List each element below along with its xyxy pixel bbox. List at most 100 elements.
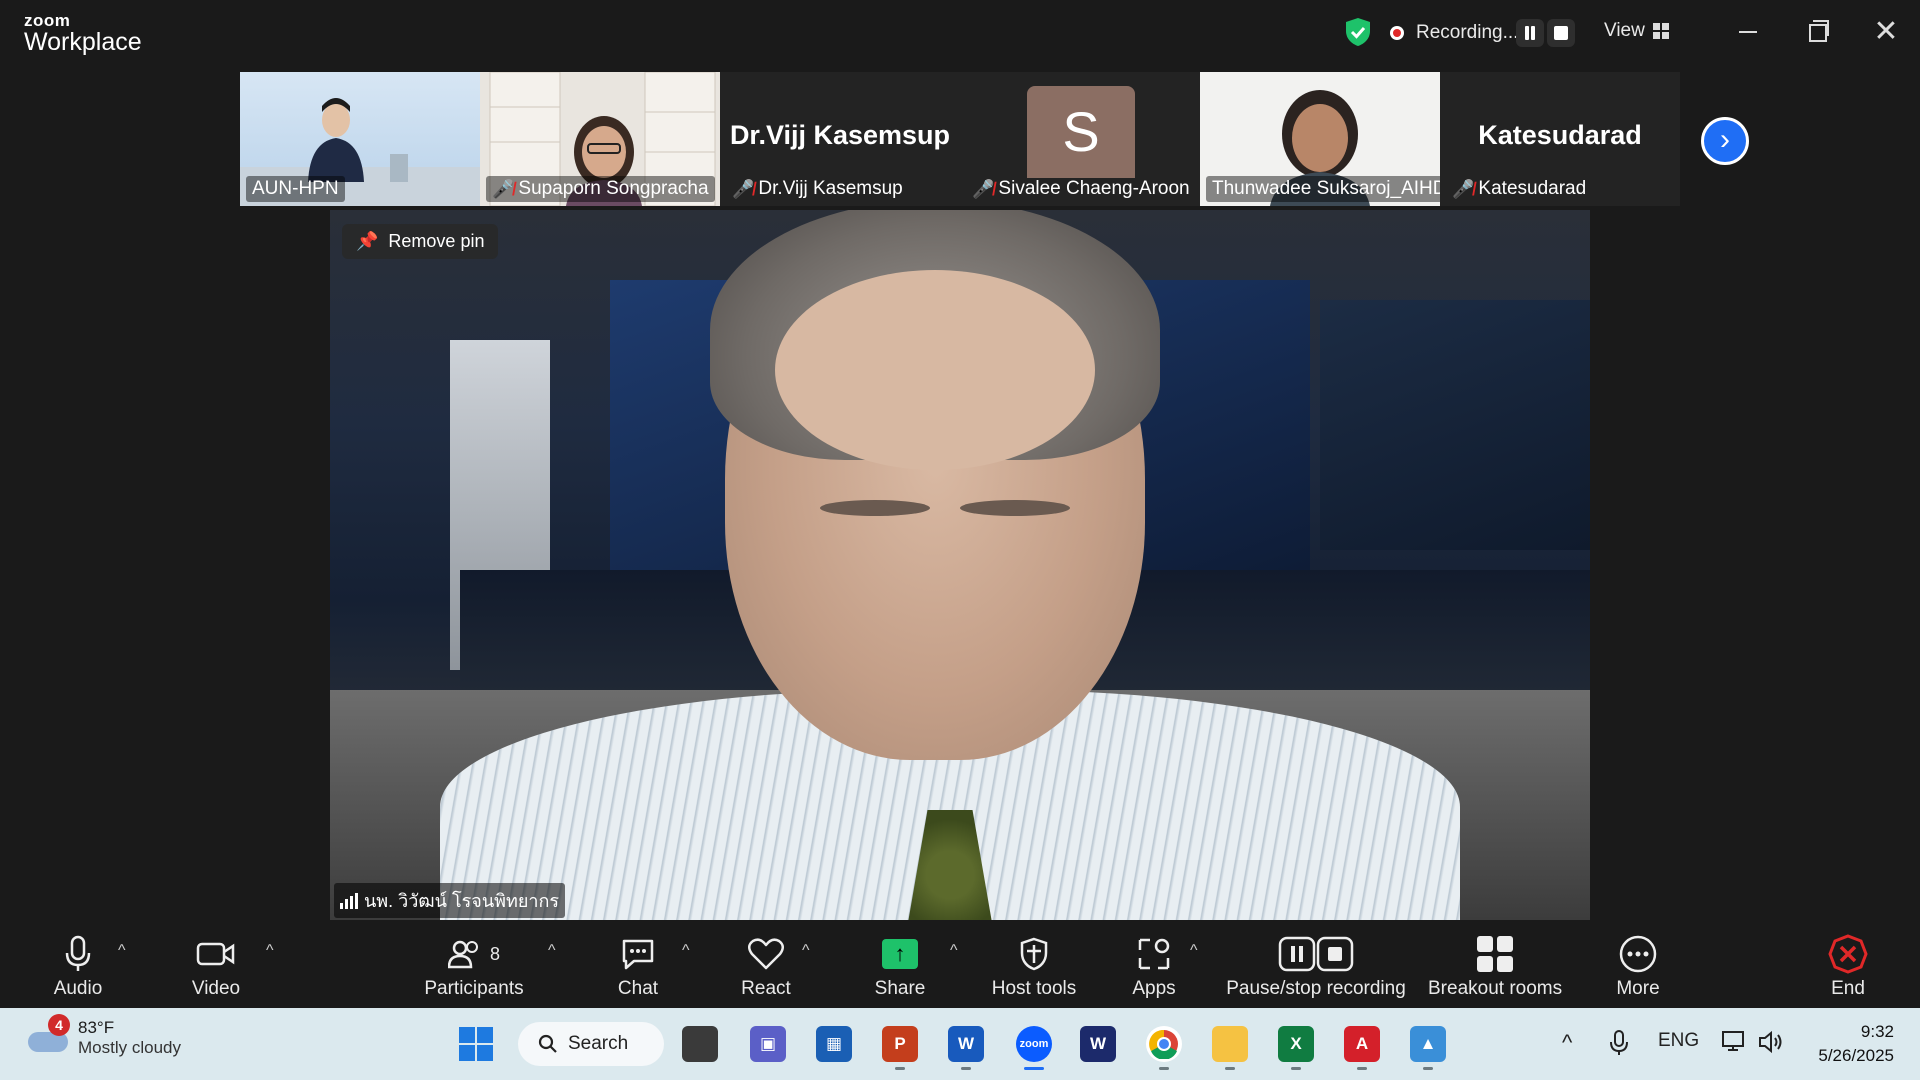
cloud-icon: 4 — [28, 1014, 70, 1052]
heart-icon — [748, 938, 784, 970]
mic-muted-icon: 🎤̸ — [732, 178, 755, 199]
close-button[interactable]: ✕ — [1866, 14, 1906, 50]
participant-display-name: Katesudarad — [1478, 120, 1642, 150]
participant-name: 🎤̸ Katesudarad — [1452, 178, 1587, 199]
chrome-icon[interactable] — [1146, 1026, 1182, 1070]
search-label: Search — [568, 1033, 629, 1054]
task-view-icon[interactable] — [682, 1026, 718, 1062]
photos-icon[interactable]: ▲ — [1410, 1026, 1446, 1070]
more-button[interactable]: More — [1608, 934, 1668, 1000]
view-button[interactable]: View — [1604, 20, 1669, 42]
react-button[interactable]: React — [736, 934, 796, 1000]
taskbar-clock[interactable]: 9:32 5/26/2025 — [1800, 1020, 1894, 1068]
host-tools-button[interactable]: Host tools — [982, 934, 1086, 1000]
weather-description: Mostly cloudy — [78, 1038, 181, 1057]
network-icon[interactable] — [1722, 1030, 1748, 1060]
meeting-toolbar: Audio ^ Video ^ 8 Participants ^ Chat ^ … — [0, 920, 1920, 1006]
weather-widget[interactable]: 4 83°F Mostly cloudy — [28, 1014, 181, 1058]
zoom-app-icon[interactable]: zoom — [1016, 1026, 1052, 1070]
pin-icon: 📌 — [356, 231, 379, 251]
participants-count: 8 — [489, 943, 500, 964]
signal-strength-icon — [340, 892, 358, 909]
video-camera-icon — [196, 942, 235, 966]
word-icon[interactable]: W — [948, 1026, 984, 1070]
powerpoint-icon[interactable]: P — [882, 1026, 918, 1070]
view-label: View — [1604, 20, 1645, 41]
participant-avatar: S — [1027, 86, 1135, 178]
end-meeting-button[interactable]: End — [1818, 934, 1878, 1000]
excel-icon[interactable]: X — [1278, 1026, 1314, 1070]
language-indicator[interactable]: ENG — [1658, 1030, 1699, 1052]
windows-taskbar: 4 83°F Mostly cloudy Search ▣ ▦ P W zoom… — [0, 1008, 1920, 1080]
speaker-forehead — [775, 270, 1095, 470]
chat-button[interactable]: Chat — [608, 934, 668, 1000]
start-button[interactable] — [458, 1026, 494, 1062]
speaker-brow — [820, 500, 930, 516]
participant-name: Thunwadee Suksaroj_AIHD — [1206, 176, 1440, 202]
participant-tile[interactable]: Dr.Vijj Kasemsup 🎤̸ Dr.Vijj Kasemsup — [720, 72, 960, 206]
weather-badge: 4 — [48, 1014, 70, 1036]
pause-stop-icon — [1278, 936, 1354, 972]
background-screen-panel — [1320, 300, 1590, 550]
webex-icon[interactable]: W — [1080, 1026, 1116, 1062]
restore-button[interactable] — [1797, 14, 1837, 50]
next-page-arrow-icon[interactable]: › — [1701, 117, 1749, 165]
video-options-caret[interactable]: ^ — [266, 942, 274, 960]
zoom-meeting-window: zoom Workplace Recording... View ✕ AUN-H… — [0, 0, 1920, 1080]
clock-date: 5/26/2025 — [1818, 1046, 1894, 1065]
participant-tile[interactable]: Thunwadee Suksaroj_AIHD — [1200, 72, 1440, 206]
zoom-logo: zoom Workplace — [24, 12, 142, 55]
acrobat-icon[interactable]: A — [1344, 1026, 1380, 1070]
apps-button[interactable]: Apps — [1124, 934, 1184, 1000]
pause-stop-recording-button[interactable]: Pause/stop recording — [1226, 934, 1406, 1000]
speaker-name-label: นพ. วิวัฒน์ โรจนพิทยากร — [334, 883, 566, 918]
share-button[interactable]: ↑ Share — [870, 934, 930, 1000]
show-hidden-icons-chevron-icon[interactable]: ^ — [1562, 1030, 1572, 1056]
taskbar-search[interactable]: Search — [518, 1022, 664, 1066]
file-explorer-icon[interactable] — [1212, 1026, 1248, 1070]
breakout-rooms-button[interactable]: Breakout rooms — [1428, 934, 1562, 1000]
teams-icon[interactable]: ▣ — [750, 1026, 786, 1062]
participant-tile[interactable]: AUN-HPN — [240, 72, 480, 206]
participant-display-name: Dr.Vijj Kasemsup — [729, 120, 951, 150]
participant-tile[interactable]: Katesudarad 🎤̸ Katesudarad — [1440, 72, 1680, 206]
react-options-caret[interactable]: ^ — [802, 942, 810, 960]
mic-muted-icon: 🎤̸ — [972, 178, 995, 199]
recording-indicator-icon — [1390, 26, 1404, 40]
end-icon — [1828, 934, 1868, 974]
tray-microphone-icon[interactable] — [1610, 1030, 1628, 1062]
store-icon[interactable]: ▦ — [816, 1026, 852, 1062]
video-button[interactable]: Video — [186, 934, 246, 1000]
chat-icon — [622, 939, 654, 970]
security-shield-icon[interactable] — [1344, 17, 1372, 47]
audio-options-caret[interactable]: ^ — [118, 942, 126, 960]
participant-strip: AUN-HPN 🎤̸ Supaporn Songpracha Dr.Vijj Ka… — [240, 72, 1680, 206]
more-icon — [1619, 935, 1657, 973]
participant-name: 🎤̸ Dr.Vijj Kasemsup — [732, 178, 903, 199]
participants-icon — [447, 940, 478, 969]
host-tools-shield-icon — [1020, 937, 1048, 971]
mic-muted-icon: 🎤̸ — [1452, 178, 1475, 199]
share-options-caret[interactable]: ^ — [950, 942, 958, 960]
pause-recording-button[interactable] — [1516, 19, 1544, 47]
view-grid-icon — [1652, 23, 1669, 39]
pinned-speaker-video: 📌 Remove pin นพ. วิวัฒน์ โรจนพิทยากร — [330, 210, 1590, 920]
apps-options-caret[interactable]: ^ — [1190, 942, 1198, 960]
participant-name: 🎤̸ Sivalee Chaeng-Aroon — [972, 178, 1190, 199]
participant-tile[interactable]: S 🎤̸ Sivalee Chaeng-Aroon — [960, 72, 1200, 206]
stop-recording-button[interactable] — [1547, 19, 1575, 47]
chat-options-caret[interactable]: ^ — [682, 942, 690, 960]
participants-options-caret[interactable]: ^ — [548, 942, 556, 960]
audio-button[interactable]: Audio — [48, 934, 108, 1000]
weather-temp: 83°F — [78, 1018, 115, 1037]
remove-pin-button[interactable]: 📌 Remove pin — [342, 224, 499, 259]
breakout-rooms-icon — [1477, 936, 1513, 972]
recording-status: Recording... — [1416, 22, 1519, 43]
volume-icon[interactable] — [1758, 1030, 1784, 1060]
participant-name: 🎤̸ Supaporn Songpracha — [486, 176, 715, 202]
participant-tile[interactable]: 🎤̸ Supaporn Songpracha — [480, 72, 720, 206]
participants-button[interactable]: 8 Participants — [418, 934, 530, 1000]
search-icon — [538, 1034, 557, 1053]
logo-workplace-text: Workplace — [24, 28, 142, 56]
minimize-button[interactable] — [1728, 14, 1768, 50]
